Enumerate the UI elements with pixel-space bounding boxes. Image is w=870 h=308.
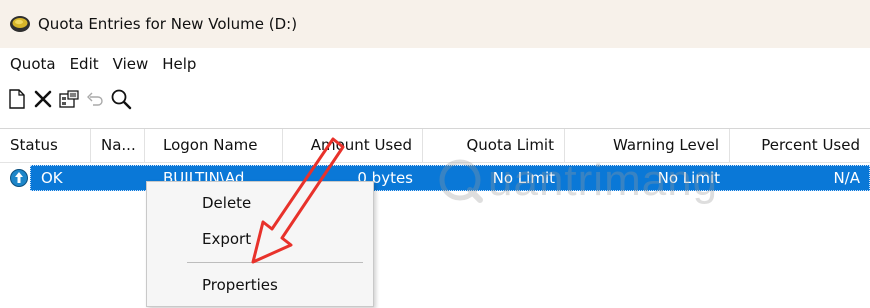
delete-button[interactable] [30,86,56,112]
col-amount-used[interactable]: Amount Used [283,129,423,162]
col-name[interactable]: Na... [91,129,145,162]
col-percent-used[interactable]: Percent Used [730,129,870,162]
column-header-row: Status Na... Logon Name Amount Used Quot… [0,129,870,163]
context-menu-properties[interactable]: Properties [202,276,278,294]
col-logon-name[interactable]: Logon Name [145,129,283,162]
menu-view[interactable]: View [106,55,156,73]
menu-edit[interactable]: Edit [63,55,106,73]
cell-status: OK [41,169,63,187]
menu-bar: Quota Edit View Help [0,50,203,78]
new-entry-icon [9,89,25,109]
col-status[interactable]: Status [0,129,91,162]
properties-icon [59,90,79,108]
properties-button[interactable] [56,86,82,112]
drive-icon [10,16,30,32]
find-button[interactable] [108,86,134,112]
context-menu-separator [187,262,363,263]
context-menu: Delete Export Properties [146,181,374,307]
window-title: Quota Entries for New Volume (D:) [38,15,298,33]
menu-help[interactable]: Help [155,55,203,73]
quota-list: Status Na... Logon Name Amount Used Quot… [0,128,870,308]
cell-quota-limit: No Limit [492,169,555,187]
cell-percent-used: N/A [833,169,860,187]
find-icon [111,89,132,110]
new-entry-button[interactable] [4,86,30,112]
undo-button[interactable] [82,86,108,112]
menu-quota[interactable]: Quota [0,55,63,73]
title-bar: Quota Entries for New Volume (D:) [0,0,870,48]
context-menu-export[interactable]: Export [202,230,251,248]
status-ok-icon [10,169,28,187]
cell-name [96,165,141,191]
col-warning-level[interactable]: Warning Level [565,129,730,162]
context-menu-delete[interactable]: Delete [202,194,251,212]
cell-warning-level: No Limit [657,169,720,187]
table-row[interactable]: OK BUILTIN\Ad... 0 bytes No Limit No Lim… [0,165,870,191]
col-quota-limit[interactable]: Quota Limit [423,129,565,162]
undo-icon [87,92,103,106]
delete-icon [34,90,52,108]
toolbar [0,84,134,114]
